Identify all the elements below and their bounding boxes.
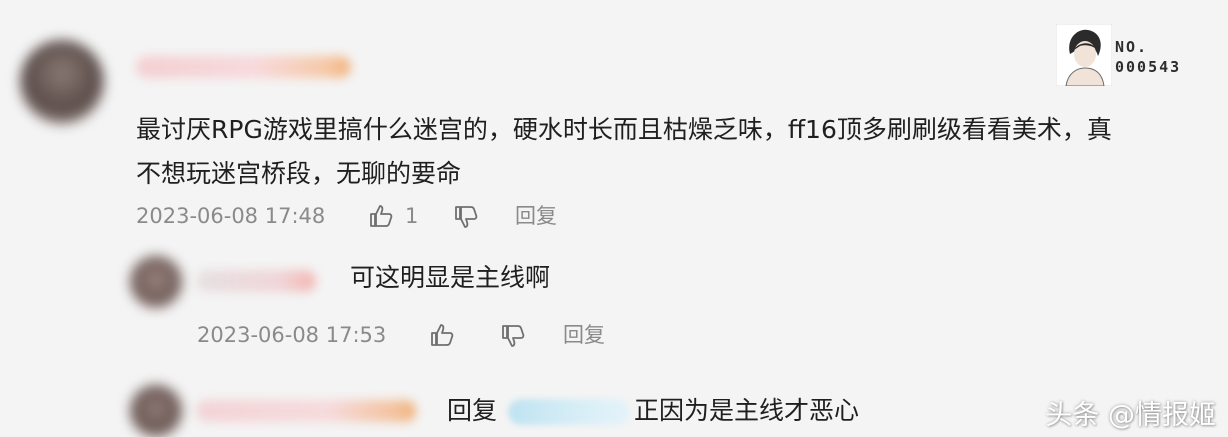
reply1-name-blurred[interactable] [196,270,316,292]
thumbs-up-icon[interactable] [429,322,455,348]
reply2-avatar[interactable] [130,385,182,437]
badge-number: 000543 [1115,58,1182,76]
reply1-text: 可这明显是主线啊 [350,263,551,292]
reply2-text: 正因为是主线才恶心 [634,396,860,425]
reply1-timestamp: 2023-06-08 17:53 [197,323,387,347]
watermark: 头条 @情报姬 [1045,400,1216,431]
main-comment-text: 最讨厌RPG游戏里搞什么迷宫的，硬水时长而且枯燥乏味，ff16顶多刷刷级看看美术… [136,115,1112,188]
reply1-avatar[interactable] [130,256,182,308]
reply2-name-blurred[interactable] [196,400,416,422]
mentioned-user-blurred[interactable] [508,399,630,425]
like-count: 1 [405,204,419,228]
author-avatar[interactable] [20,40,104,124]
thumbs-down-icon[interactable] [500,323,526,349]
badge-avatar-icon [1055,23,1113,87]
author-name-blurred[interactable] [136,56,351,78]
badge-label-no: NO. [1115,38,1149,56]
reply2-prefix: 回复 [447,396,498,425]
reply1-reply-button[interactable]: 回复 [563,322,605,348]
main-comment-timestamp: 2023-06-08 17:48 [136,204,326,228]
thumbs-down-icon[interactable] [453,204,479,230]
thumbs-up-icon[interactable] [368,203,394,229]
main-reply-button[interactable]: 回复 [515,203,557,229]
